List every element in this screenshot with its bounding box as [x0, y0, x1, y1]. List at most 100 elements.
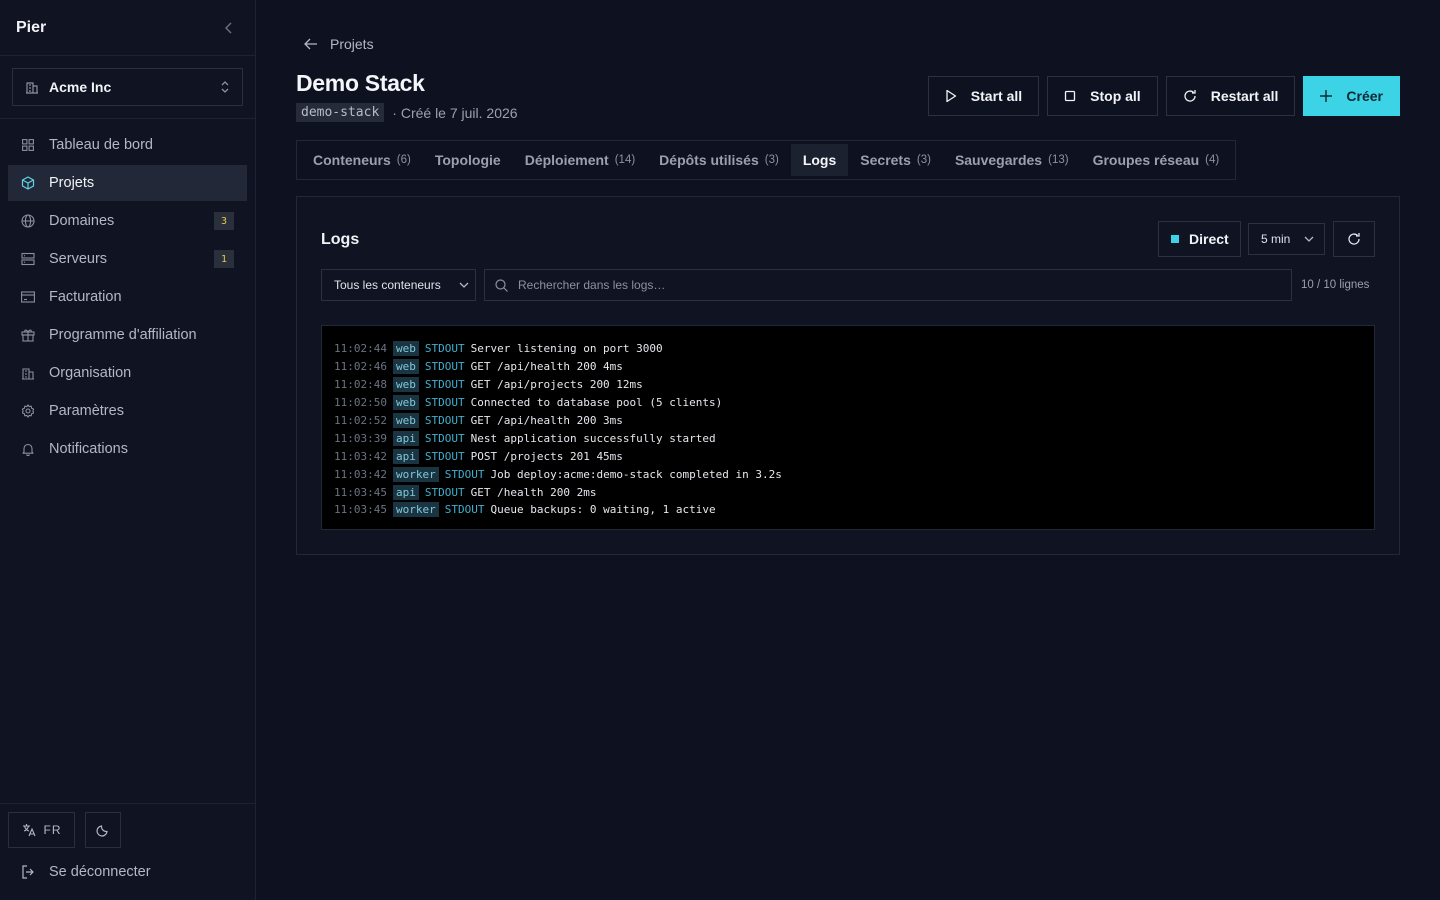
line-count: 10 / 10 lignes	[1301, 279, 1370, 291]
count-badge: 1	[214, 250, 234, 268]
server-icon	[21, 252, 35, 266]
translate-icon	[22, 824, 36, 837]
restart-all-button[interactable]: Restart all	[1165, 76, 1296, 116]
tab-topologie[interactable]: Topologie	[423, 144, 513, 176]
log-timestamp: 11:03:45	[334, 503, 387, 517]
language-label: FR	[43, 823, 62, 837]
sidebar-item-organisation[interactable]: Organisation	[8, 355, 247, 391]
start-all-label: Start all	[970, 88, 1023, 104]
tab-logs[interactable]: Logs	[790, 144, 849, 176]
sidebar: Pier Acme Inc Tableau de bord Projets Doma…	[0, 0, 256, 900]
create-label: Créer	[1346, 88, 1383, 104]
logout-button[interactable]: Se déconnecter	[0, 850, 255, 894]
tab-depots-utilises[interactable]: Dépôts utilisés (3)	[647, 144, 791, 176]
globe-icon	[21, 214, 35, 228]
log-line: 11:02:46 web STDOUT GET /api/health 200 4ms	[334, 358, 1362, 376]
log-search	[484, 269, 1292, 301]
stop-all-button[interactable]: Stop all	[1047, 76, 1158, 116]
log-timestamp: 11:03:39	[334, 431, 387, 445]
live-toggle-button[interactable]: Direct	[1158, 221, 1241, 257]
log-line: 11:03:45 worker STDOUT Queue backups: 0 wai…	[334, 501, 1362, 519]
log-timestamp: 11:02:50	[334, 396, 387, 410]
log-source-badge: web	[392, 359, 419, 375]
log-stream: STDOUT	[424, 449, 465, 463]
theme-toggle-button[interactable]	[85, 812, 121, 848]
tab-label: Secrets	[860, 152, 911, 168]
tab-label: Conteneurs	[313, 152, 391, 168]
log-line: 11:02:52 web STDOUT GET /api/health 200 3ms	[334, 412, 1362, 430]
log-timestamp: 11:02:48	[334, 378, 387, 392]
language-button[interactable]: FR	[8, 812, 75, 848]
log-message: Queue backups: 0 waiting, 1 active	[490, 503, 716, 517]
chevron-down-icon	[1304, 236, 1314, 242]
log-output[interactable]: 11:02:44 web STDOUT Server listening on por…	[321, 325, 1375, 530]
tab-groupes-reseau[interactable]: Groupes réseau (4)	[1081, 144, 1232, 176]
log-timestamp: 11:03:42	[334, 467, 387, 481]
bell-icon	[21, 442, 35, 456]
sidebar-item-label: Organisation	[49, 365, 132, 381]
gear-icon	[21, 404, 35, 418]
sidebar-item-parametres[interactable]: Paramètres	[8, 393, 247, 429]
tab-secrets[interactable]: Secrets (3)	[848, 144, 943, 176]
refresh-icon	[1184, 90, 1196, 102]
log-timestamp: 11:02:52	[334, 414, 387, 427]
back-link[interactable]: Projets	[304, 36, 374, 52]
tab-label: Dépôts utilisés	[659, 152, 759, 168]
refresh-logs-button[interactable]	[1333, 221, 1375, 257]
moon-icon	[96, 825, 108, 837]
box-icon	[21, 176, 35, 190]
sidebar-item-serveurs[interactable]: Serveurs 1	[8, 241, 247, 277]
log-stream: STDOUT	[424, 414, 465, 427]
sidebar-item-facturation[interactable]: Facturation	[8, 279, 247, 315]
card-icon	[21, 290, 35, 304]
log-line: 11:03:45 api STDOUT GET /health 200 2ms	[334, 483, 1362, 501]
logs-title: Logs	[321, 231, 360, 248]
time-range-select[interactable]: 5 min	[1248, 223, 1325, 255]
tab-label: Logs	[802, 152, 837, 168]
log-stream: STDOUT	[424, 431, 465, 445]
time-range-value: 5 min	[1261, 232, 1291, 246]
log-line: 11:02:50 web STDOUT Connected to database p…	[334, 394, 1362, 412]
create-button[interactable]: Créer	[1303, 76, 1400, 116]
stop-all-label: Stop all	[1090, 88, 1141, 104]
building-icon	[26, 82, 38, 94]
back-link-label: Projets	[330, 36, 374, 52]
sidebar-item-programme-d-affiliation[interactable]: Programme d'affiliation	[8, 317, 247, 353]
tab-label: Sauvegardes	[954, 152, 1043, 168]
project-slug: demo-stack	[296, 103, 385, 122]
sidebar-item-projets[interactable]: Projets	[8, 165, 247, 201]
log-source-badge: api	[392, 484, 419, 500]
log-search-input[interactable]	[518, 278, 1278, 292]
sidebar-item-notifications[interactable]: Notifications	[8, 431, 247, 467]
sidebar-item-label: Serveurs	[49, 251, 108, 267]
tab-conteneurs[interactable]: Conteneurs (6)	[301, 144, 423, 176]
log-stream: STDOUT	[424, 396, 465, 410]
sidebar-item-domaines[interactable]: Domaines 3	[8, 203, 247, 239]
chevron-updown-icon	[221, 81, 229, 93]
log-source-badge: api	[392, 430, 419, 446]
arrow-left-icon	[304, 38, 317, 50]
tab-count: (13)	[1048, 154, 1069, 166]
log-source-badge: web	[392, 377, 419, 393]
building-icon	[21, 366, 35, 380]
tab-sauvegardes[interactable]: Sauvegardes (13)	[943, 144, 1081, 176]
restart-all-label: Restart all	[1210, 88, 1279, 104]
container-filter-select[interactable]: Tous les conteneurs	[321, 269, 476, 301]
sidebar-item-label: Projets	[49, 175, 95, 191]
tab-deploiement[interactable]: Déploiement (14)	[513, 144, 647, 176]
log-timestamp: 11:03:42	[334, 449, 387, 463]
log-line: 11:03:42 worker STDOUT Job deploy:acme:demo…	[334, 465, 1362, 483]
log-message: Nest application successfully started	[470, 431, 716, 445]
sidebar-item-tableau-de-bord[interactable]: Tableau de bord	[8, 127, 247, 163]
log-stream: STDOUT	[444, 467, 485, 481]
log-stream: STDOUT	[424, 485, 465, 499]
start-all-button[interactable]: Start all	[927, 76, 1040, 116]
grid-icon	[21, 138, 35, 152]
log-source-badge: web	[392, 341, 419, 357]
collapse-sidebar-button[interactable]	[219, 18, 239, 38]
org-switcher[interactable]: Acme Inc	[12, 68, 243, 106]
log-message: GET /api/projects 200 12ms	[470, 378, 643, 392]
log-message: GET /api/health 200 3ms	[470, 414, 623, 427]
log-source-badge: worker	[392, 466, 439, 482]
log-message: Connected to database pool (5 clients)	[470, 396, 723, 410]
